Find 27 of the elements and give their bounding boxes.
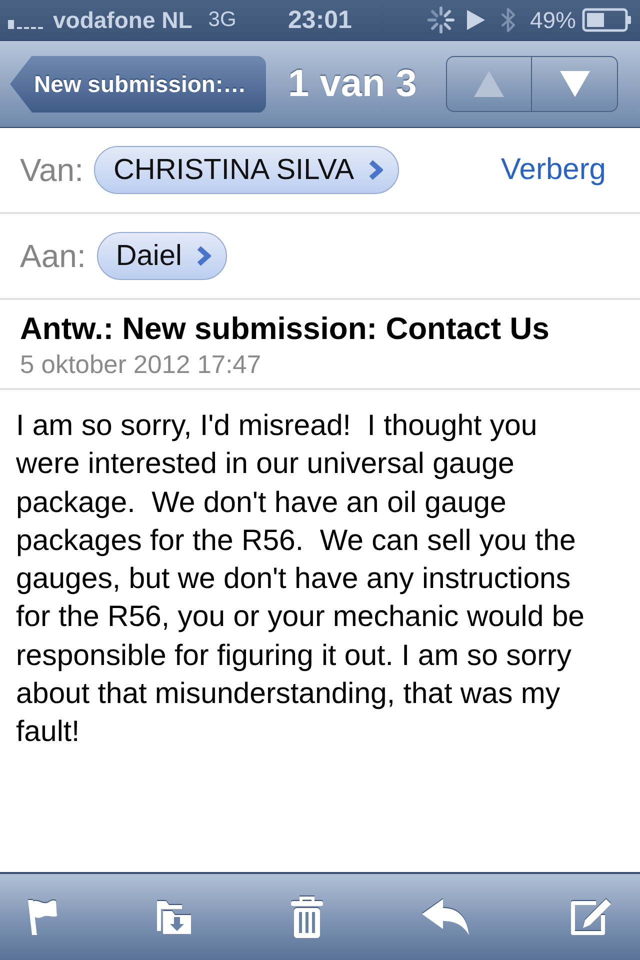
down-arrow-icon (560, 71, 590, 97)
bluetooth-icon (500, 6, 516, 34)
message-counter: 1 van 3 (288, 62, 417, 106)
battery-percentage: 49% (530, 6, 576, 34)
contact-button[interactable]: CHRISTINA SILVA (94, 146, 400, 194)
down-button[interactable] (532, 56, 618, 112)
trash-icon[interactable] (290, 895, 324, 939)
activity-spinner-icon (426, 6, 455, 34)
chevron-icon (368, 159, 384, 181)
battery-icon (582, 8, 632, 32)
compose-icon[interactable] (568, 897, 612, 937)
back-button[interactable]: New submission:… (10, 56, 266, 112)
field-label: Aan: (20, 238, 86, 274)
message-body: I am so sorry, I'd misread! I thought you were interested in our universal gauge package. We don't have an oil gauge packages for the R56. We can sell you the gauges, but we don't have any instructions for the R56, you or your mechanic would be responsible for figuring it out. I am so sorry about that misunderstanding, that was my fault! (16, 408, 586, 750)
contact-button[interactable]: Daiel (96, 232, 227, 280)
message-date: 5 oktober 2012 17:47 (20, 350, 262, 380)
hide-link[interactable]: Verberg (500, 153, 606, 187)
play-icon (466, 10, 485, 30)
carrier-name: vodafone NL (53, 6, 192, 34)
signal-icon (8, 17, 46, 29)
field-label: Van: (20, 152, 84, 188)
reply-arrow-icon[interactable] (421, 898, 471, 936)
network-type: 3G (208, 8, 236, 32)
clock-time: 23:01 (288, 6, 352, 34)
message-subject: Antw.: New submission: Contact Us (20, 311, 550, 347)
up-arrow-icon (474, 71, 504, 97)
chevron-icon (196, 245, 211, 267)
